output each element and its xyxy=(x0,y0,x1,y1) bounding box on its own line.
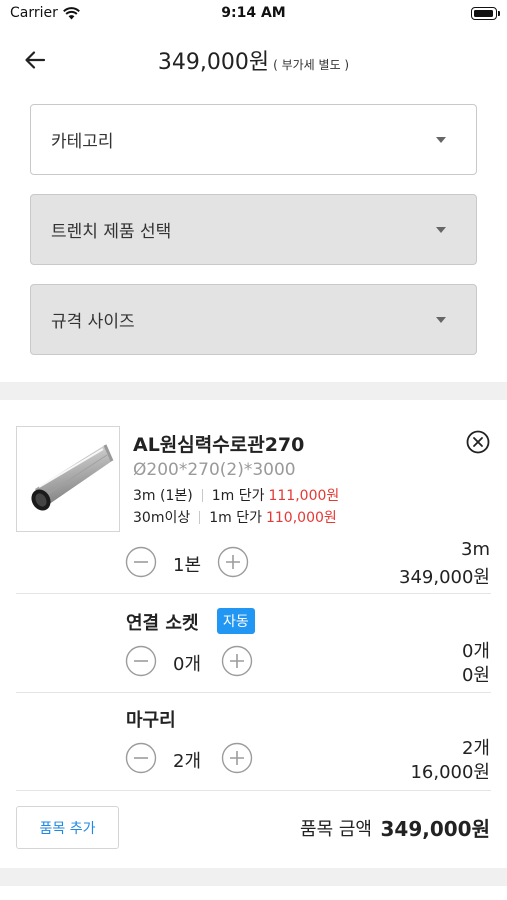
status-time: 9:14 AM xyxy=(221,5,286,21)
product-image xyxy=(16,426,120,532)
section-divider xyxy=(0,382,507,400)
unit-price-row: 30m이상 1m 단가 110,000원 xyxy=(133,507,337,527)
header-price: 349,000원( 부가세 별도 ) xyxy=(0,44,507,76)
pipe-image xyxy=(31,444,114,511)
unit-price-row: 3m (1본) 1m 단가 111,000원 xyxy=(133,485,339,505)
finish-quantity: 2개 xyxy=(173,751,202,772)
section-divider xyxy=(0,868,507,886)
category-select[interactable]: 카테고리 xyxy=(30,104,477,175)
size-select-label: 규격 사이즈 xyxy=(51,312,135,332)
battery-icon xyxy=(471,7,500,20)
category-select-label: 카테고리 xyxy=(51,132,114,152)
trench-product-select-label: 트렌치 제품 선택 xyxy=(51,222,172,242)
decrement-button[interactable] xyxy=(125,742,157,774)
nav-header: 349,000원( 부가세 별도 ) xyxy=(0,40,507,80)
product-quantity: 1본 xyxy=(173,555,202,576)
socket-quantity: 0개 xyxy=(173,654,202,675)
product-length: 3m xyxy=(461,539,490,560)
row-divider xyxy=(16,790,491,791)
socket-count: 0개 xyxy=(461,641,490,662)
row-divider xyxy=(16,692,491,693)
dropdown-caret-icon xyxy=(436,317,446,323)
total-value: 349,000원 xyxy=(380,817,491,841)
dropdown-caret-icon xyxy=(436,137,446,143)
increment-button[interactable] xyxy=(217,546,249,578)
increment-button[interactable] xyxy=(221,645,253,677)
finish-subtotal: 16,000원 xyxy=(410,762,490,783)
finish-count: 2개 xyxy=(461,738,490,759)
product-subtotal: 349,000원 xyxy=(399,567,490,588)
remove-item-icon[interactable] xyxy=(466,430,490,454)
unit-price-value: 111,000원 xyxy=(268,488,340,504)
decrement-button[interactable] xyxy=(125,546,157,578)
status-bar: Carrier 9:14 AM xyxy=(0,0,507,28)
socket-subtotal: 0원 xyxy=(461,665,490,686)
decrement-button[interactable] xyxy=(125,645,157,677)
increment-button[interactable] xyxy=(221,742,253,774)
auto-badge: 자동 xyxy=(217,608,255,634)
price-condition: 3m (1본) xyxy=(133,488,193,504)
trench-product-select[interactable]: 트렌치 제품 선택 xyxy=(30,194,477,265)
finish-title: 마구리 xyxy=(126,710,176,731)
product-spec: Ø200*270(2)*3000 xyxy=(133,460,296,480)
dropdown-caret-icon xyxy=(436,227,446,233)
unit-price-value: 110,000원 xyxy=(265,510,337,526)
socket-title: 연결 소켓 xyxy=(126,613,199,634)
separator xyxy=(201,488,203,502)
add-item-button[interactable]: 품목 추가 xyxy=(16,806,119,849)
price-condition: 30m이상 xyxy=(133,510,191,526)
total-label: 품목 금액 xyxy=(300,819,372,840)
size-select[interactable]: 규격 사이즈 xyxy=(30,284,477,355)
product-name: AL원심력수로관270 xyxy=(133,434,305,456)
header-price-amount: 349,000원 xyxy=(157,50,270,75)
separator xyxy=(199,510,201,524)
unit-price-label: 1m 단가 xyxy=(209,510,262,526)
unit-price-label: 1m 단가 xyxy=(211,488,265,504)
row-divider xyxy=(16,593,491,594)
vat-note: ( 부가세 별도 ) xyxy=(273,58,350,72)
